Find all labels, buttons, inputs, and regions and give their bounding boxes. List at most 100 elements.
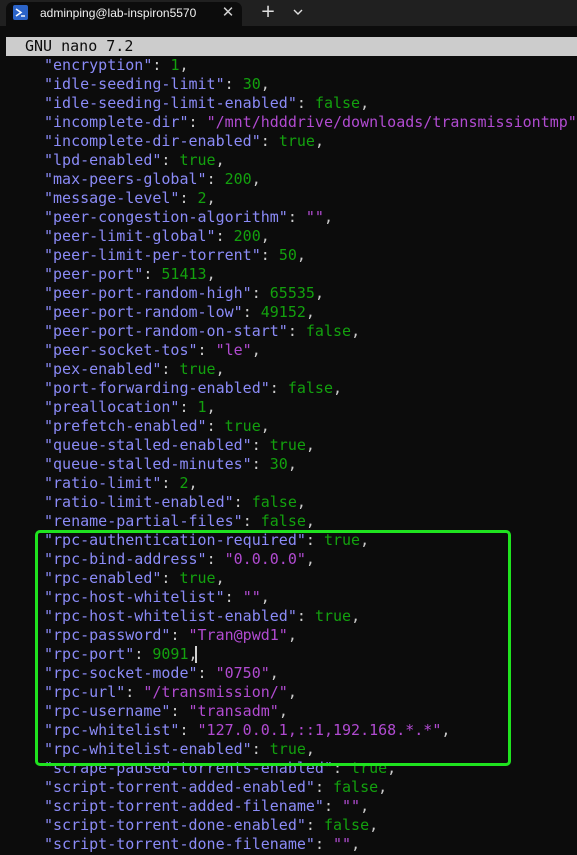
config-line: "idle-seeding-limit-enabled": false, bbox=[44, 95, 369, 114]
config-value: 65535 bbox=[270, 284, 315, 302]
config-key: "peer-port" bbox=[44, 265, 143, 283]
comma: , bbox=[207, 398, 216, 416]
config-line: "queue-stalled-enabled": true, bbox=[44, 437, 315, 456]
key-value-separator: : bbox=[161, 474, 179, 492]
config-value: "/mnt/hdddrive/downloads/transmissiontmp… bbox=[207, 113, 577, 131]
key-value-separator: : bbox=[261, 132, 279, 150]
comma: , bbox=[216, 360, 225, 378]
comma: , bbox=[360, 797, 369, 815]
config-line: "script-torrent-done-enabled": false, bbox=[44, 817, 378, 836]
config-value: true bbox=[179, 360, 215, 378]
config-key: "script-torrent-done-filename" bbox=[44, 835, 315, 853]
config-value: 2 bbox=[198, 189, 207, 207]
key-value-separator: : bbox=[161, 360, 179, 378]
config-value: "le" bbox=[216, 341, 252, 359]
config-line: "peer-port-random-high": 65535, bbox=[44, 285, 324, 304]
config-value: false bbox=[306, 322, 351, 340]
key-value-separator: : bbox=[315, 835, 333, 853]
config-key: "peer-congestion-algorithm" bbox=[44, 208, 288, 226]
config-line: "preallocation": 1, bbox=[44, 399, 216, 418]
config-value: "" bbox=[342, 797, 360, 815]
config-key: "prefetch-enabled" bbox=[44, 417, 207, 435]
config-key: "script-torrent-done-enabled" bbox=[44, 816, 306, 834]
config-value: 2 bbox=[179, 474, 188, 492]
config-line: "peer-limit-global": 200, bbox=[44, 228, 270, 247]
comma: , bbox=[252, 341, 261, 359]
config-value: 200 bbox=[225, 170, 252, 188]
config-line: "lpd-enabled": true, bbox=[44, 152, 225, 171]
config-key: "script-torrent-added-filename" bbox=[44, 797, 324, 815]
config-value: 51413 bbox=[161, 265, 206, 283]
comma: , bbox=[216, 151, 225, 169]
tab-title: adminping@lab-inspiron5570 bbox=[40, 6, 210, 20]
key-value-separator: : bbox=[143, 265, 161, 283]
config-value: 200 bbox=[234, 227, 261, 245]
config-key: "idle-seeding-limit-enabled" bbox=[44, 94, 297, 112]
plus-icon[interactable]: + bbox=[256, 2, 280, 22]
nano-title: GNU nano 7.2 bbox=[25, 38, 133, 55]
nano-title-bar: GNU nano 7.2 bbox=[6, 37, 577, 56]
config-value: 50 bbox=[279, 246, 297, 264]
config-line: "script-torrent-added-enabled": false, bbox=[44, 779, 387, 798]
comma: , bbox=[207, 265, 216, 283]
config-key: "pex-enabled" bbox=[44, 360, 161, 378]
config-key: "queue-stalled-enabled" bbox=[44, 436, 252, 454]
config-value: true bbox=[225, 417, 261, 435]
config-line: "peer-limit-per-torrent": 50, bbox=[44, 247, 306, 266]
config-line: "peer-port-random-low": 49152, bbox=[44, 304, 315, 323]
config-key: "rename-partial-files" bbox=[44, 512, 243, 530]
key-value-separator: : bbox=[243, 512, 261, 530]
config-key: "ratio-limit" bbox=[44, 474, 161, 492]
comma: , bbox=[306, 436, 315, 454]
config-value: true bbox=[279, 132, 315, 150]
config-value: 30 bbox=[270, 455, 288, 473]
close-icon[interactable]: ✕ bbox=[220, 4, 236, 20]
config-key: "port-forwarding-enabled" bbox=[44, 379, 270, 397]
config-key: "idle-seeding-limit" bbox=[44, 75, 225, 93]
config-value: "" bbox=[306, 208, 324, 226]
comma: , bbox=[288, 455, 297, 473]
comma: , bbox=[378, 778, 387, 796]
chevron-down-icon[interactable] bbox=[287, 2, 309, 22]
terminal-tab[interactable]: adminping@lab-inspiron5570 ✕ bbox=[6, 2, 242, 26]
config-key: "peer-port-random-on-start" bbox=[44, 322, 288, 340]
config-value: 30 bbox=[243, 75, 261, 93]
config-key: "peer-limit-per-torrent" bbox=[44, 246, 261, 264]
config-line: "incomplete-dir": "/mnt/hdddrive/downloa… bbox=[44, 114, 577, 133]
config-key: "max-peers-global" bbox=[44, 170, 207, 188]
comma: , bbox=[306, 512, 315, 530]
key-value-separator: : bbox=[324, 797, 342, 815]
key-value-separator: : bbox=[288, 208, 306, 226]
config-line: "port-forwarding-enabled": false, bbox=[44, 380, 342, 399]
config-key: "message-level" bbox=[44, 189, 179, 207]
config-value: false bbox=[324, 816, 369, 834]
comma: , bbox=[261, 227, 270, 245]
config-key: "script-torrent-added-enabled" bbox=[44, 778, 315, 796]
comma: , bbox=[297, 493, 306, 511]
config-key: "peer-socket-tos" bbox=[44, 341, 198, 359]
comma: , bbox=[369, 816, 378, 834]
config-line: "peer-socket-tos": "le", bbox=[44, 342, 261, 361]
config-line: "ratio-limit-enabled": false, bbox=[44, 494, 306, 513]
config-value: false bbox=[315, 94, 360, 112]
comma: , bbox=[189, 474, 198, 492]
config-value: 1 bbox=[198, 398, 207, 416]
config-value: true bbox=[179, 151, 215, 169]
comma: , bbox=[324, 208, 333, 226]
key-value-separator: : bbox=[288, 322, 306, 340]
key-value-separator: : bbox=[179, 189, 197, 207]
comma: , bbox=[351, 835, 360, 853]
config-key: "incomplete-dir-enabled" bbox=[44, 132, 261, 150]
key-value-separator: : bbox=[225, 75, 243, 93]
key-value-separator: : bbox=[315, 778, 333, 796]
config-line: "incomplete-dir-enabled": true, bbox=[44, 133, 324, 152]
key-value-separator: : bbox=[161, 151, 179, 169]
powershell-icon bbox=[13, 5, 28, 20]
key-value-separator: : bbox=[252, 455, 270, 473]
key-value-separator: : bbox=[207, 170, 225, 188]
config-key: "peer-limit-global" bbox=[44, 227, 216, 245]
comma: , bbox=[252, 170, 261, 188]
config-line: "peer-port": 51413, bbox=[44, 266, 216, 285]
key-value-separator: : bbox=[207, 417, 225, 435]
config-key: "lpd-enabled" bbox=[44, 151, 161, 169]
